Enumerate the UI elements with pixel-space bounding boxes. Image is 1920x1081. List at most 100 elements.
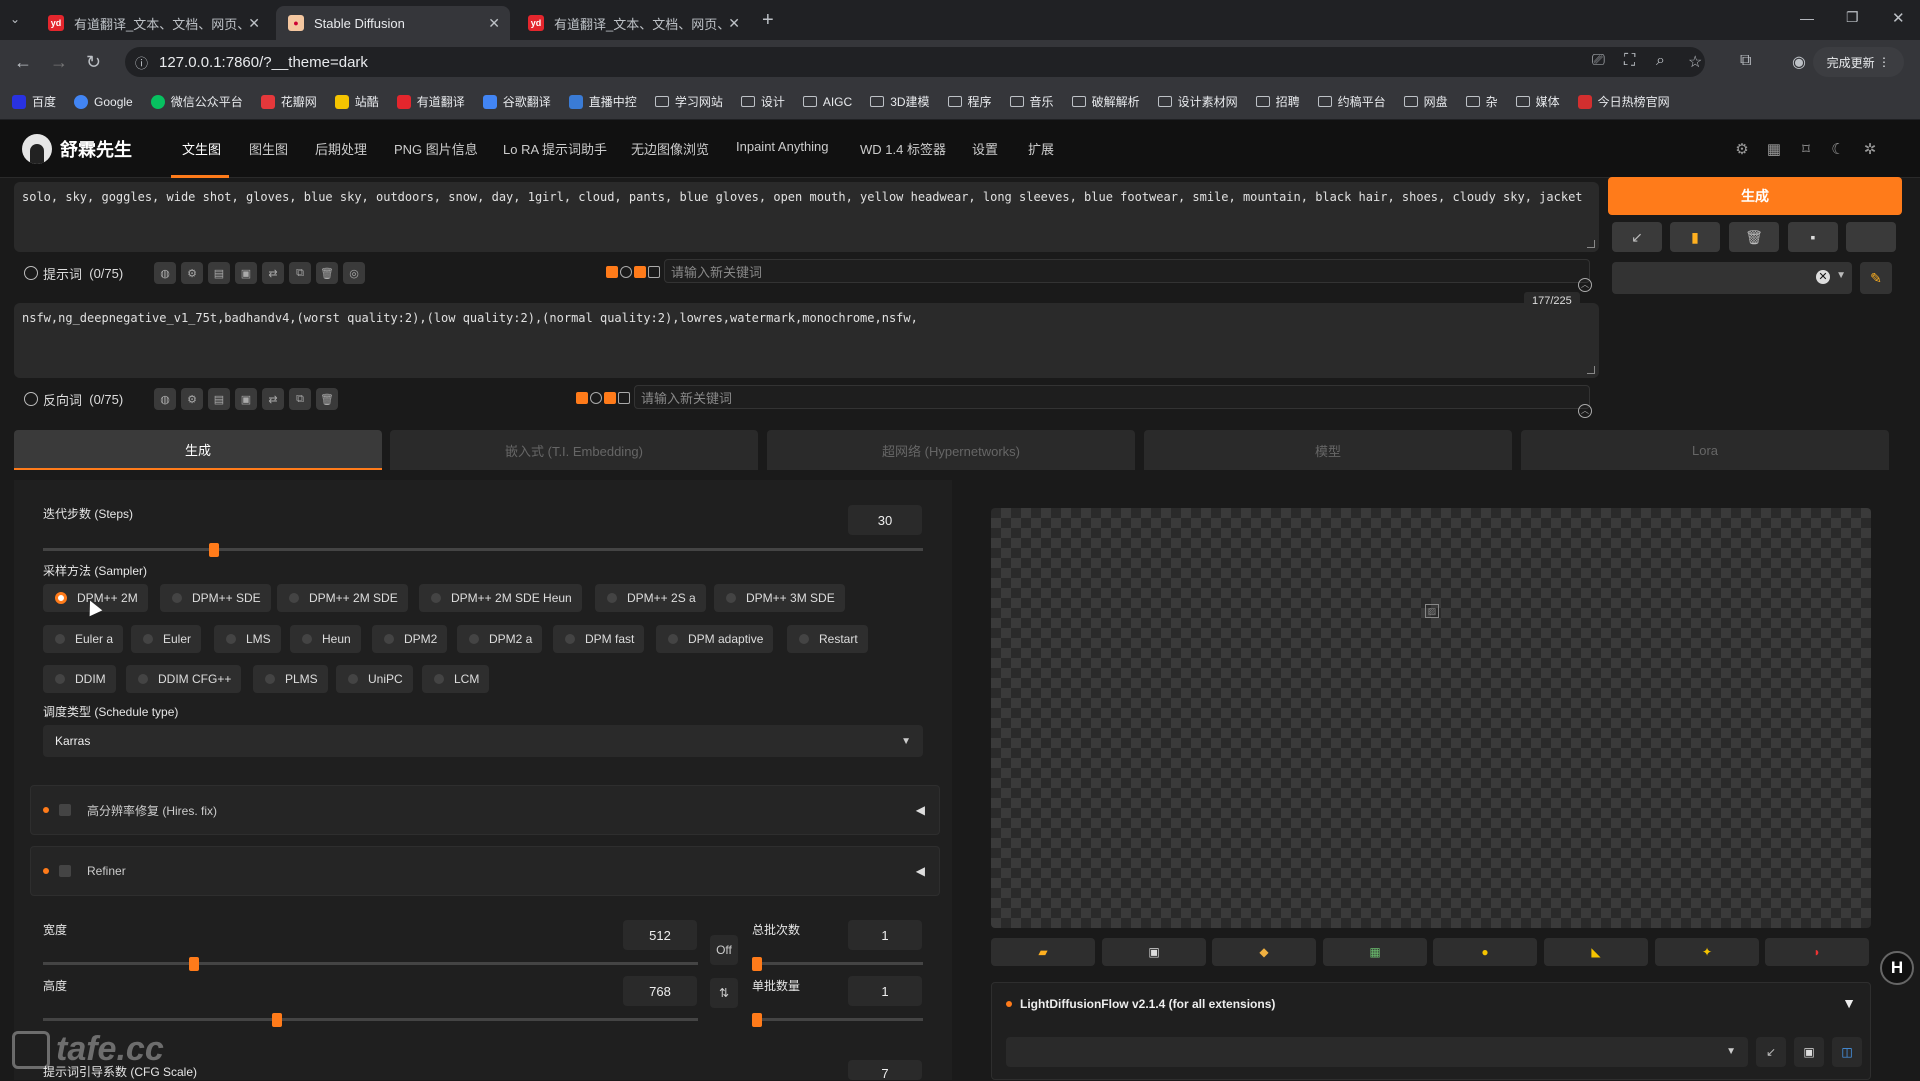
cog-icon[interactable]: ✲ (1861, 140, 1879, 158)
negative-prompt-textarea[interactable]: nsfw,ng_deepnegative_v1_75t,badhandv4,(w… (14, 303, 1599, 378)
browser-tab-youdao-2[interactable]: yd 有道翻译_文本、文档、网页、 ✕ (516, 6, 750, 40)
gear-icon[interactable]: ⚙ (181, 262, 203, 284)
bookmark-folder-misc[interactable]: 杂 (1465, 93, 1498, 110)
sampler-option-ddim-cfgpp[interactable]: DDIM CFG++ (126, 665, 242, 693)
h-floating-badge[interactable]: H (1880, 951, 1914, 985)
sparkle-icon[interactable]: ✦ (1655, 938, 1759, 966)
width-slider-track[interactable] (43, 962, 698, 965)
positive-prompt-label[interactable]: 提示词 (0/75) (24, 264, 154, 283)
height-input[interactable]: 768 (623, 976, 697, 1006)
bookmark-google-translate[interactable]: 谷歌翻译 (482, 93, 551, 110)
cfg-scale-input[interactable]: 7 (848, 1060, 922, 1081)
schedule-type-dropdown[interactable]: Karras ▼ (43, 725, 923, 757)
sampler-option-heun[interactable]: Heun (290, 625, 361, 653)
open-folder-icon[interactable]: ▰ (991, 938, 1095, 966)
trash-icon[interactable]: 🗑 (316, 262, 338, 284)
tab-img2img[interactable]: 图生图 (249, 139, 288, 158)
tab-png-info[interactable]: PNG 图片信息 (394, 139, 478, 158)
clock-icon[interactable] (620, 266, 632, 278)
batch-size-slider-track[interactable] (752, 1018, 923, 1021)
sampler-option-dpmpp-2m-sde-heun[interactable]: DPM++ 2M SDE Heun (419, 584, 582, 612)
send-to-inpaint-icon[interactable]: ● (1433, 938, 1537, 966)
bookmark-icon[interactable]: ▣ (235, 388, 257, 410)
toggle-checkbox[interactable] (604, 392, 616, 404)
bookmark-huaban[interactable]: 花瓣网 (260, 93, 317, 110)
tab-inpaint-anything[interactable]: Inpaint Anything (736, 139, 829, 154)
minimize-icon[interactable]: — (1800, 10, 1814, 26)
globe-icon[interactable]: ◍ (154, 388, 176, 410)
globe-icon[interactable]: ◍ (154, 262, 176, 284)
trash-icon[interactable]: 🗑 (1729, 222, 1779, 252)
toggle-checkbox[interactable] (606, 266, 618, 278)
bookmark-tophub[interactable]: 今日热榜官网 (1577, 93, 1670, 110)
height-slider-thumb[interactable] (272, 1013, 282, 1027)
bookmark-folder-netdisk[interactable]: 网盘 (1403, 93, 1448, 110)
bookmark-folder-assets[interactable]: 设计素材网 (1157, 93, 1238, 110)
sampler-option-ddim[interactable]: DDIM (43, 665, 116, 693)
zoom-icon[interactable]: ⌕ (1656, 52, 1665, 70)
steps-slider-track[interactable] (43, 548, 923, 551)
settings-circle-icon[interactable]: ◎ (343, 262, 365, 284)
bookmark-folder-study[interactable]: 学习网站 (654, 93, 723, 110)
sampler-option-dpm-adaptive[interactable]: DPM adaptive (656, 625, 774, 653)
bookmark-folder-program[interactable]: 程序 (947, 93, 992, 110)
steps-input[interactable]: 30 (848, 505, 922, 535)
arrow-down-left-icon[interactable]: ↙ (1612, 222, 1662, 252)
copy-icon[interactable]: ⧉ (289, 388, 311, 410)
batch-size-slider-thumb[interactable] (752, 1013, 762, 1027)
negative-prompt-label[interactable]: 反向词 (0/75) (24, 390, 154, 409)
pin-icon[interactable]: ⌑ (1797, 140, 1815, 158)
bookmark-zcool[interactable]: 站酷 (334, 93, 379, 110)
sampler-option-dpmpp-2s-a[interactable]: DPM++ 2S a (595, 584, 706, 612)
tab-lora-prompt-helper[interactable]: Lo RA 提示词助手 (503, 139, 607, 158)
styles-dropdown[interactable]: ✕ ▼ (1612, 262, 1852, 294)
bookmark-youdao[interactable]: 有道翻译 (396, 93, 465, 110)
ldf-file-dropdown[interactable]: ▼ (1006, 1037, 1748, 1067)
generate-button[interactable]: 生成 (1608, 177, 1902, 215)
refresh-icon[interactable]: ◫ (1832, 1037, 1862, 1067)
collapse-triangle-icon[interactable]: ▼ (1842, 995, 1856, 1011)
refiner-accordion[interactable]: Refiner ◀ (30, 846, 940, 896)
profile-avatar-icon[interactable]: ◉ (1792, 52, 1806, 72)
settings-gear-icon[interactable]: ⚙ (1733, 140, 1751, 158)
hires-fix-checkbox[interactable] (59, 804, 71, 816)
gear-icon[interactable]: ⚙ (181, 388, 203, 410)
subtab-hypernetworks[interactable]: 超网络 (Hypernetworks) (767, 430, 1135, 470)
refiner-checkbox[interactable] (59, 865, 71, 877)
translate-icon[interactable]: ⛶ (1624, 52, 1635, 70)
swap-dimensions-icon[interactable]: ⇅ (710, 978, 738, 1008)
ldf-accordion-header[interactable]: LightDiffusionFlow v2.1.4 (for all exten… (1006, 997, 1275, 1011)
tab-txt2img[interactable]: 文生图 (182, 139, 221, 158)
clipboard-icon[interactable]: ▮ (1670, 222, 1720, 252)
history-icon[interactable]: ▤ (208, 262, 230, 284)
moon-icon[interactable]: ☾ (1829, 140, 1847, 158)
close-icon[interactable]: ✕ (728, 15, 740, 32)
bookmark-folder-crack[interactable]: 破解解析 (1071, 93, 1140, 110)
browser-tab-stable-diffusion[interactable]: ● Stable Diffusion ✕ (276, 6, 510, 40)
lips-icon[interactable]: ◗ (1765, 938, 1869, 966)
zip-icon[interactable]: ◆ (1212, 938, 1316, 966)
sampler-option-euler[interactable]: Euler (131, 625, 202, 653)
send-to-extras-icon[interactable]: ◣ (1544, 938, 1648, 966)
close-icon[interactable]: ✕ (248, 15, 260, 32)
sampler-option-restart[interactable]: Restart (787, 625, 868, 653)
toggle-checkbox[interactable] (634, 266, 646, 278)
close-icon[interactable]: ✕ (488, 15, 500, 32)
sampler-option-plms[interactable]: PLMS (253, 665, 328, 693)
sampler-option-dpmpp-sde[interactable]: DPM++ SDE (160, 584, 271, 612)
bookmark-star-icon[interactable]: ☆ (1688, 52, 1702, 72)
toggle-checkbox[interactable] (618, 392, 630, 404)
subtab-generate[interactable]: 生成 (14, 430, 382, 470)
image-output-gallery[interactable] (991, 508, 1871, 928)
clear-icon[interactable]: ✕ (1816, 270, 1830, 284)
bookmark-folder-design[interactable]: 设计 (740, 93, 785, 110)
arrow-down-left-icon[interactable]: ↙ (1756, 1037, 1786, 1067)
negative-keyword-input[interactable]: 请输入新关键词 (634, 385, 1590, 409)
positive-keyword-input[interactable]: 请输入新关键词 (664, 259, 1590, 283)
edit-pencil-icon[interactable]: ✎ (1860, 262, 1892, 294)
save-icon[interactable]: ▣ (1102, 938, 1206, 966)
chevron-up-icon[interactable]: ︿ (1578, 278, 1592, 292)
tab-settings[interactable]: 设置 (972, 139, 998, 158)
tab-wd14-tagger[interactable]: WD 1.4 标签器 (860, 139, 946, 158)
clock-icon[interactable] (590, 392, 602, 404)
